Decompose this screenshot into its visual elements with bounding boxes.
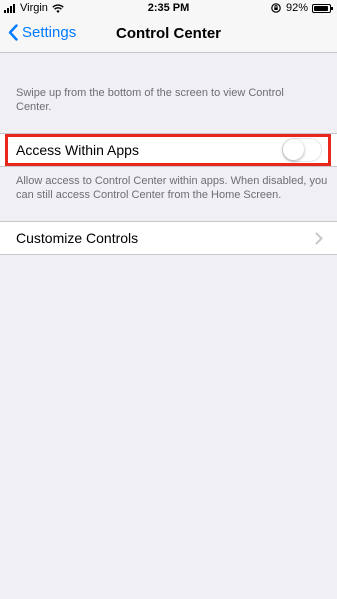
battery-percent: 92% — [285, 2, 308, 14]
highlight-box — [5, 134, 331, 166]
disclosure-chevron-icon — [315, 232, 323, 245]
status-right: 92% — [271, 2, 333, 14]
rotation-lock-icon — [271, 3, 281, 13]
navigation-bar: Settings Control Center — [0, 16, 337, 53]
battery-icon — [312, 3, 333, 13]
page-title: Control Center — [116, 25, 221, 42]
access-within-apps-footer: Allow access to Control Center within ap… — [16, 175, 328, 201]
intro-description: Swipe up from the bottom of the screen t… — [16, 87, 284, 113]
status-bar: Virgin 2:35 PM 92% — [0, 0, 337, 16]
customize-controls-label: Customize Controls — [16, 230, 139, 246]
control-center-settings-screen: Virgin 2:35 PM 92% Settings Control Cent… — [0, 0, 337, 599]
customize-controls-row[interactable]: Customize Controls — [0, 221, 337, 255]
